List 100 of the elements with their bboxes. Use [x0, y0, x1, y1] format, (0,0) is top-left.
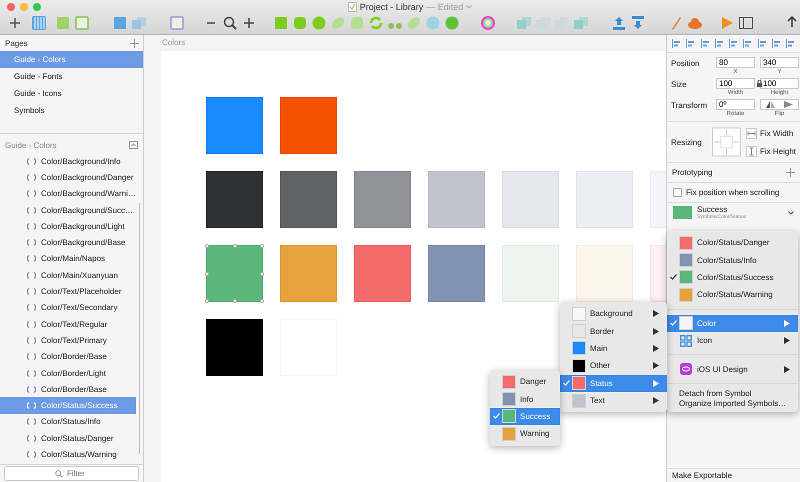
menu-item[interactable]: Warning: [490, 425, 560, 443]
page-item[interactable]: Symbols: [0, 102, 143, 119]
insert-icon[interactable]: [7, 15, 23, 31]
cycle-icon[interactable]: [368, 15, 384, 31]
menu-item[interactable]: Icon: [667, 332, 798, 350]
menu-item[interactable]: Color/Status/Warning: [667, 286, 798, 304]
layer-item[interactable]: Color/Main/Xuanyuan: [0, 267, 136, 284]
align-icon[interactable]: [714, 39, 724, 48]
layer-item[interactable]: Color/Background/Danger: [0, 169, 136, 186]
resizing-control[interactable]: [712, 127, 741, 157]
layer-item[interactable]: Color/Background/Succ…: [0, 202, 136, 218]
squares-icon[interactable]: [131, 15, 147, 31]
color-swatch[interactable]: [428, 245, 485, 302]
layer-item[interactable]: Color/Border/Light: [0, 364, 136, 382]
square-icon[interactable]: [349, 15, 365, 31]
flip-button[interactable]: [760, 99, 799, 110]
cloud-icon[interactable]: [687, 15, 703, 31]
menu-item[interactable]: Detach from Symbol: [667, 388, 798, 399]
add-icon[interactable]: [786, 168, 795, 177]
color-swatch[interactable]: [280, 97, 337, 154]
layer-item[interactable]: Color/Background/Info: [0, 153, 136, 170]
value-field[interactable]: 100: [760, 78, 799, 89]
minimize-button[interactable]: [20, 3, 28, 11]
layer-item[interactable]: Color/Text/Placeholder: [0, 283, 136, 300]
layer-item[interactable]: Color/Border/Base: [0, 381, 136, 398]
align-icon[interactable]: [772, 39, 781, 48]
menu-item[interactable]: Border: [560, 322, 667, 340]
align-icon[interactable]: [758, 39, 766, 48]
color-swatch[interactable]: [206, 97, 263, 154]
menu-item[interactable]: Background: [560, 305, 667, 322]
color-wheel-icon[interactable]: [480, 15, 496, 31]
blob-icon[interactable]: [444, 15, 460, 31]
color-swatch[interactable]: [354, 245, 411, 302]
page-item[interactable]: Guide - Icons: [0, 85, 143, 102]
lock-icon[interactable]: [757, 80, 762, 87]
square-icon[interactable]: [55, 15, 71, 31]
color-swatch[interactable]: [354, 171, 411, 228]
color-swatch[interactable]: [502, 171, 559, 228]
menu-item[interactable]: Color: [667, 314, 798, 332]
square-icon[interactable]: [112, 15, 128, 31]
layer-item[interactable]: Color/Border/Base: [0, 348, 136, 365]
value-field[interactable]: 340: [760, 57, 799, 68]
checkbox[interactable]: [673, 188, 682, 197]
leaf-icon[interactable]: [330, 15, 346, 31]
overlap-icon[interactable]: [573, 15, 589, 31]
fix-toggle-icon[interactable]: [746, 128, 757, 138]
color-swatch[interactable]: [206, 319, 263, 376]
menu-item[interactable]: Status: [560, 374, 667, 392]
zoom-in-icon[interactable]: [241, 15, 257, 31]
color-swatch[interactable]: [576, 245, 633, 302]
menu-item[interactable]: Danger: [490, 373, 560, 390]
capsule-icon[interactable]: [406, 15, 422, 31]
layer-item[interactable]: Color/Text/Primary: [0, 332, 136, 349]
align-icon[interactable]: [786, 39, 795, 48]
layer-item[interactable]: Color/Status/Warning: [0, 446, 136, 463]
layer-item[interactable]: Color/Main/Napos: [0, 250, 136, 268]
page-item[interactable]: Guide - Fonts: [0, 68, 143, 85]
align-icon[interactable]: [686, 39, 696, 48]
value-field[interactable]: 80: [716, 57, 755, 68]
layer-item[interactable]: Color/Status/Info: [0, 414, 136, 430]
align-icon[interactable]: [672, 39, 681, 48]
layer-item[interactable]: Color/Text/Secondary: [0, 300, 136, 316]
color-swatch[interactable]: [280, 171, 337, 228]
menu-item[interactable]: Text: [560, 392, 667, 410]
menu-item[interactable]: Color/Status/Danger: [667, 234, 798, 252]
align-icon[interactable]: [743, 39, 752, 48]
fix-toggle-icon[interactable]: [746, 146, 757, 156]
menu-item[interactable]: Color/Status/Success: [667, 268, 798, 286]
value-field[interactable]: 100: [716, 78, 755, 89]
layer-item[interactable]: Color/Status/Danger: [0, 430, 136, 446]
align-icon[interactable]: [700, 39, 710, 48]
scrollbar[interactable]: [138, 203, 140, 454]
layer-item[interactable]: Color/Background/Light: [0, 218, 136, 234]
color-swatch[interactable]: [576, 171, 633, 228]
collapse-icon[interactable]: [129, 141, 138, 149]
zoom-button[interactable]: [33, 3, 41, 11]
layer-item[interactable]: Color/Background/Base: [0, 234, 136, 251]
color-swatch[interactable]: [280, 245, 337, 302]
align-icon[interactable]: [729, 39, 738, 48]
menu-item[interactable]: iOS UI Design: [667, 360, 798, 378]
circle-icon[interactable]: [425, 15, 441, 31]
menu-item[interactable]: Main: [560, 340, 667, 358]
menu-item[interactable]: Info: [490, 390, 560, 408]
upload-icon[interactable]: [611, 15, 627, 31]
make-exportable-label[interactable]: Make Exportable: [667, 468, 800, 482]
close-button[interactable]: [7, 3, 15, 11]
color-swatch[interactable]: [428, 171, 485, 228]
menu-item[interactable]: Success: [490, 408, 560, 426]
zoom-icon[interactable]: [222, 15, 238, 31]
color-swatch[interactable]: [502, 245, 559, 302]
layout-icon[interactable]: [738, 15, 754, 31]
layer-item[interactable]: Color/Background/Warni…: [0, 186, 136, 202]
value-field[interactable]: 0º: [716, 99, 755, 110]
filter-field[interactable]: Filter: [4, 466, 139, 481]
color-swatch[interactable]: [206, 245, 263, 302]
color-swatch[interactable]: [206, 171, 263, 228]
overlap-icon[interactable]: [516, 15, 532, 31]
menu-item[interactable]: Color/Status/Info: [667, 251, 798, 269]
square-outline-icon[interactable]: [74, 15, 90, 31]
add-icon[interactable]: [130, 39, 139, 48]
